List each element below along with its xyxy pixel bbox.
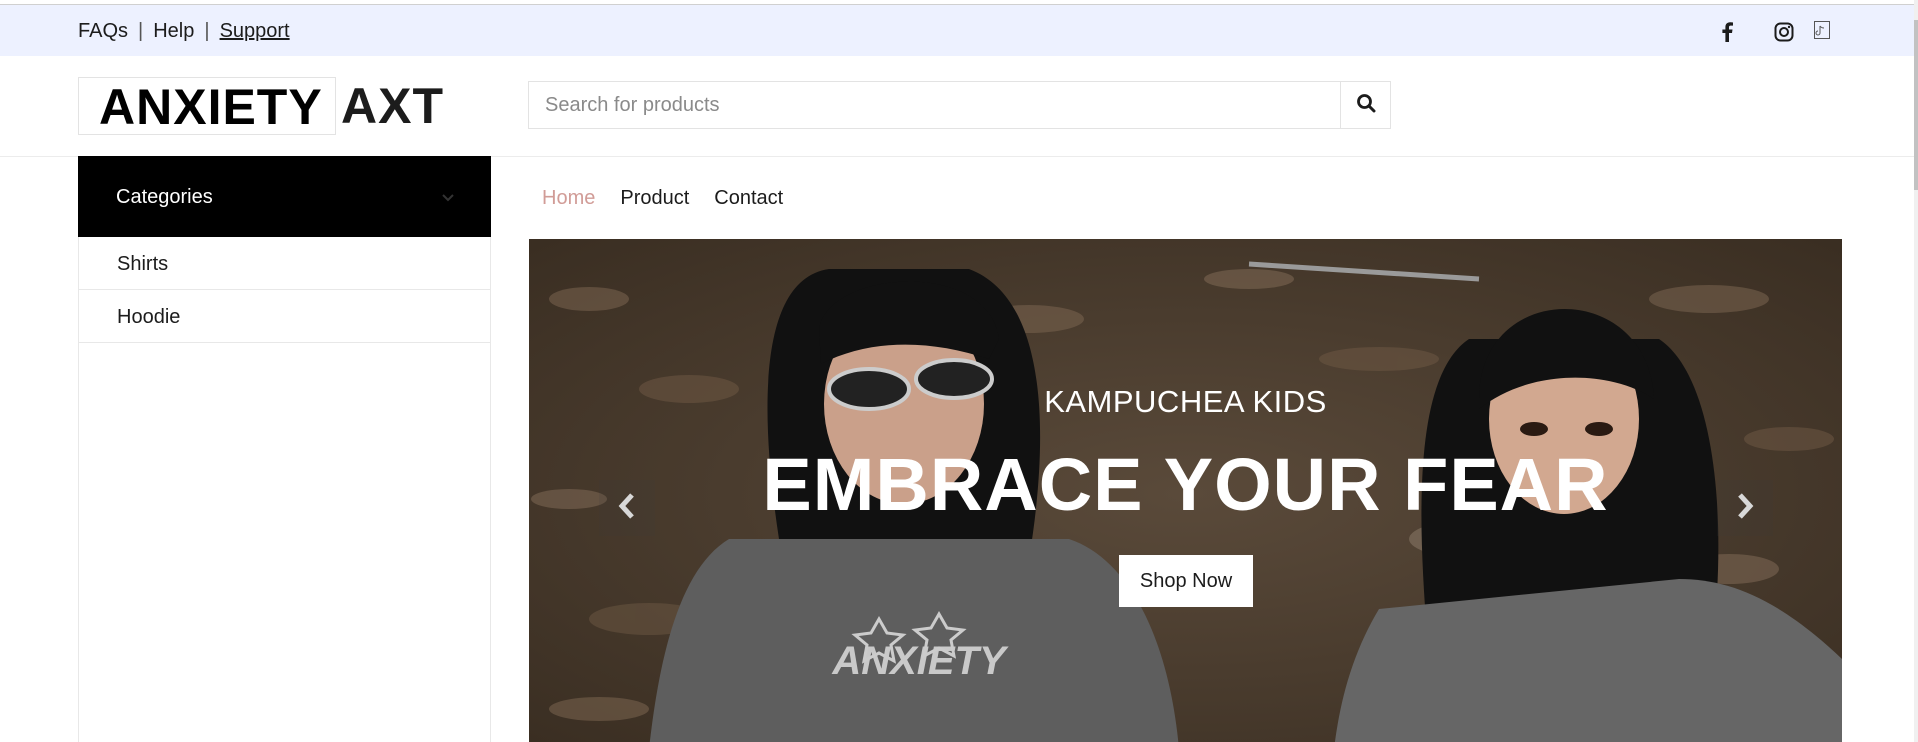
hero-carousel: ANXIETY KAMPUCHEA KIDS EMBRACE YOUR FEAR… [529,239,1842,742]
chevron-right-icon [1735,492,1755,525]
nav-contact[interactable]: Contact [714,187,783,210]
top-links: FAQs | Help | Support [78,20,290,43]
shop-now-button[interactable]: Shop Now [1119,555,1253,607]
nav-product[interactable]: Product [620,187,689,210]
page-scrollbar[interactable] [1914,0,1918,742]
search-input[interactable] [529,82,1340,128]
search-button[interactable] [1340,82,1390,128]
separator: | [204,20,210,42]
categories-panel: Shirts Hoodie [78,237,491,742]
carousel-prev-button[interactable] [599,480,655,536]
hero-subtitle: KAMPUCHEA KIDS [1044,384,1327,419]
shirt-print: ANXIETY [831,639,1009,683]
separator: | [138,20,144,42]
chevron-left-icon [617,492,637,525]
facebook-icon[interactable] [1716,21,1738,43]
instagram-icon[interactable] [1773,21,1795,43]
category-item-hoodie[interactable]: Hoodie [79,290,490,343]
carousel-next-button[interactable] [1717,480,1773,536]
chevron-down-icon [441,189,455,207]
categories-toggle[interactable]: Categories [78,156,491,237]
logo-text: ANXIETY [99,79,323,135]
search-form [528,81,1391,129]
nav-home[interactable]: Home [542,187,595,210]
categories-title: Categories [116,186,213,208]
hero-title: EMBRACE YOUR FEAR [762,443,1609,526]
tiktok-icon[interactable] [1811,19,1833,41]
scrollbar-thumb[interactable] [1914,20,1918,190]
logo-secondary[interactable]: AXT [341,78,444,134]
category-item-shirts[interactable]: Shirts [79,237,490,290]
top-bar: FAQs | Help | Support [0,4,1914,56]
faqs-link[interactable]: FAQs [78,20,128,42]
help-link[interactable]: Help [153,20,194,42]
main-nav: Home Product Contact [542,187,783,210]
search-icon [1356,93,1376,118]
support-link[interactable]: Support [220,20,290,42]
logo[interactable]: ANXIETY [78,77,336,135]
